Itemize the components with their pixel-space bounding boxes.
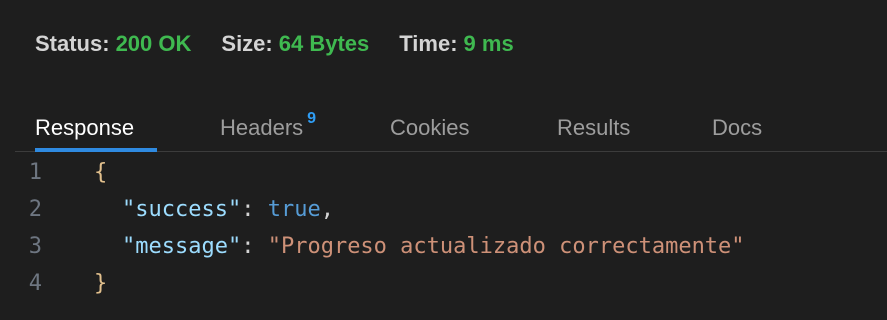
json-value-success: true [267,196,321,222]
tab-results[interactable]: Results [557,107,630,149]
response-body-editor[interactable]: 1{ 2 "success": true, 3 "message": "Progre… [15,154,887,320]
line-number: 2 [28,196,42,222]
code-line: 1{ [15,154,108,190]
code-line: 2 "success": true, [15,191,334,227]
json-colon: : [241,233,268,259]
tab-cookies-label: Cookies [390,115,470,140]
code-line: 4} [15,265,108,301]
json-colon: : [241,196,268,222]
tab-headers-label: Headers [220,115,304,140]
json-close-brace: } [94,270,108,296]
line-number: 1 [28,159,42,185]
code-line: 3 "message": "Progreso actualizado correc… [15,228,745,264]
size-stat: Size: 64 Bytes [221,31,369,57]
json-value-message: "Progreso actualizado correctamente" [267,233,745,259]
tab-response[interactable]: Response [35,107,134,149]
status-stat: Status: 200 OK [35,31,191,57]
status-value: 200 OK [115,31,192,56]
line-number: 4 [28,270,42,296]
response-tabs: Response Headers 9 Cookies Results Docs [15,107,887,152]
json-key-success: "success" [122,196,242,222]
tab-cookies[interactable]: Cookies [390,107,469,149]
tab-docs-label: Docs [712,115,763,140]
json-key-message: "message" [122,233,242,259]
tab-docs[interactable]: Docs [712,107,762,149]
tab-results-label: Results [557,115,631,140]
time-label: Time: [399,31,458,56]
response-panel: Status: 200 OK Size: 64 Bytes Time: 9 ms… [15,9,887,320]
headers-count-badge: 9 [307,110,317,127]
size-label: Size: [221,31,273,56]
time-value: 9 ms [463,31,514,56]
json-open-brace: { [94,159,108,185]
line-number: 3 [28,233,42,259]
size-value: 64 Bytes [278,31,370,56]
tab-headers[interactable]: Headers 9 [220,107,316,149]
time-stat: Time: 9 ms [399,31,513,57]
tab-response-label: Response [35,115,135,140]
response-status-bar: Status: 200 OK Size: 64 Bytes Time: 9 ms [35,29,544,59]
status-label: Status: [35,31,110,56]
active-tab-indicator [35,148,157,152]
json-comma: , [320,196,334,222]
